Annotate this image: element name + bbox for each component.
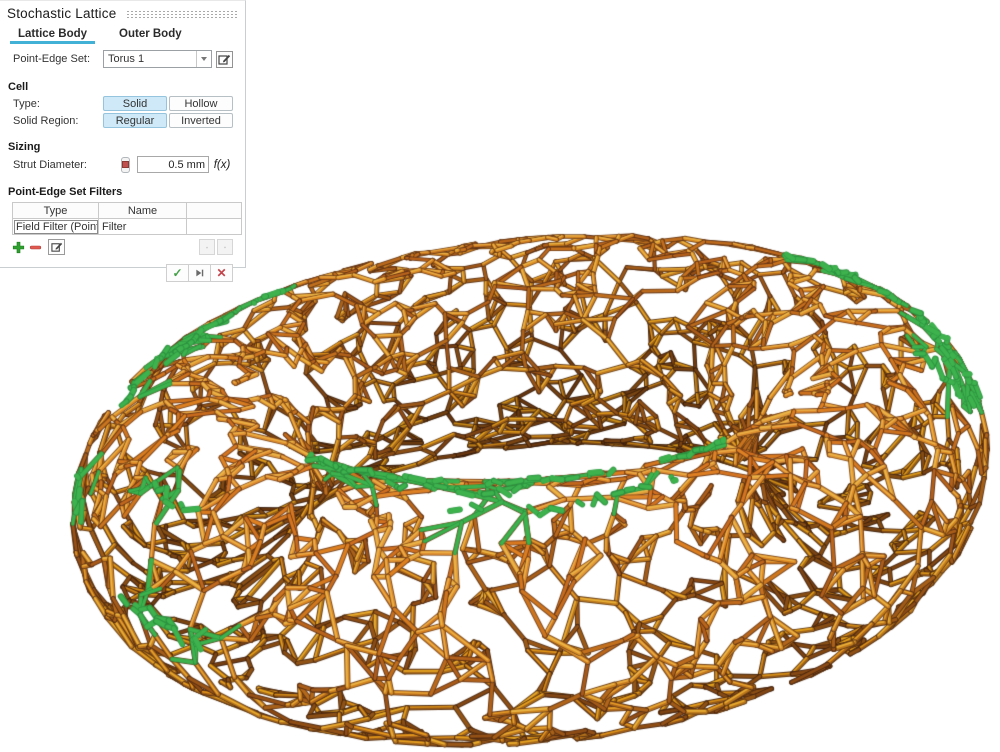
filter-name-cell[interactable]: Filter: [99, 219, 187, 235]
sizing-section-header: Sizing: [0, 141, 245, 153]
edit-filter-button[interactable]: [48, 239, 65, 255]
remove-filter-button[interactable]: [27, 239, 44, 255]
table-row[interactable]: Field Filter (Point) Filter: [13, 219, 242, 235]
move-filter-down-button[interactable]: [217, 239, 233, 255]
strut-diameter-row: Strut Diameter: f(x): [0, 156, 245, 173]
arrow-down-icon: [224, 242, 226, 253]
filter-type-cell[interactable]: Field Filter (Point): [13, 219, 99, 235]
column-extra: [187, 203, 242, 219]
panel-title: Stochastic Lattice: [7, 6, 116, 21]
drag-grip-icon[interactable]: [126, 10, 239, 19]
filters-actions-row: [10, 239, 233, 255]
point-edge-set-label: Point-Edge Set:: [13, 53, 90, 65]
check-icon: ✓: [172, 266, 182, 280]
chevron-down-icon: [201, 57, 207, 61]
tab-lattice-body[interactable]: Lattice Body: [16, 26, 89, 44]
column-type: Type: [13, 203, 99, 219]
cell-type-toggle: Solid Hollow: [103, 96, 233, 111]
fx-function-button[interactable]: f(x): [211, 159, 233, 171]
filters-table: Type Name Field Filter (Point) Filter: [12, 202, 242, 235]
cell-section-header: Cell: [0, 81, 245, 93]
edit-point-edge-set-button[interactable]: [216, 51, 233, 68]
panel-title-row: Stochastic Lattice: [0, 1, 245, 23]
filters-section-header: Point-Edge Set Filters: [0, 186, 245, 198]
point-edge-set-select[interactable]: Torus 1: [103, 50, 212, 68]
region-inverted-button[interactable]: Inverted: [169, 113, 233, 128]
panel-footer: ✓ ✕: [0, 264, 233, 282]
tab-bar: Lattice Body Outer Body: [16, 26, 245, 44]
region-regular-button[interactable]: Regular: [103, 113, 167, 128]
skip-forward-icon: [194, 268, 205, 278]
column-name: Name: [99, 203, 187, 219]
cancel-button[interactable]: ✕: [210, 264, 233, 282]
stochastic-lattice-panel: Stochastic Lattice Lattice Body Outer Bo…: [0, 0, 246, 268]
apply-skip-button[interactable]: [188, 264, 211, 282]
strut-diameter-mode-button[interactable]: [115, 157, 135, 173]
minus-icon: [29, 241, 42, 254]
dropdown-caret[interactable]: [196, 51, 211, 67]
point-edge-set-row: Point-Edge Set: Torus 1: [0, 50, 245, 68]
tab-outer-body[interactable]: Outer Body: [117, 26, 184, 44]
strut-diameter-label: Strut Diameter:: [13, 159, 87, 171]
move-filter-up-button[interactable]: [199, 239, 215, 255]
type-solid-button[interactable]: Solid: [103, 96, 167, 111]
edit-pencil-icon: [51, 241, 63, 253]
type-hollow-button[interactable]: Hollow: [169, 96, 233, 111]
close-icon: ✕: [216, 266, 226, 280]
arrow-up-icon: [206, 242, 208, 253]
filters-header-row: Type Name: [13, 203, 242, 219]
cell-type-row: Type: Solid Hollow: [0, 96, 245, 111]
solid-region-toggle: Regular Inverted: [103, 113, 233, 128]
point-edge-set-value: Torus 1: [104, 53, 196, 65]
strut-diameter-input[interactable]: [137, 156, 209, 173]
red-square-icon: [121, 157, 130, 173]
solid-region-label: Solid Region:: [13, 115, 78, 127]
edit-pencil-icon: [218, 53, 231, 66]
add-filter-button[interactable]: [10, 239, 27, 255]
cell-type-label: Type:: [13, 98, 40, 110]
filter-extra-cell: [187, 219, 242, 235]
solid-region-row: Solid Region: Regular Inverted: [0, 113, 245, 128]
plus-icon: [12, 241, 25, 254]
confirm-button[interactable]: ✓: [166, 264, 189, 282]
